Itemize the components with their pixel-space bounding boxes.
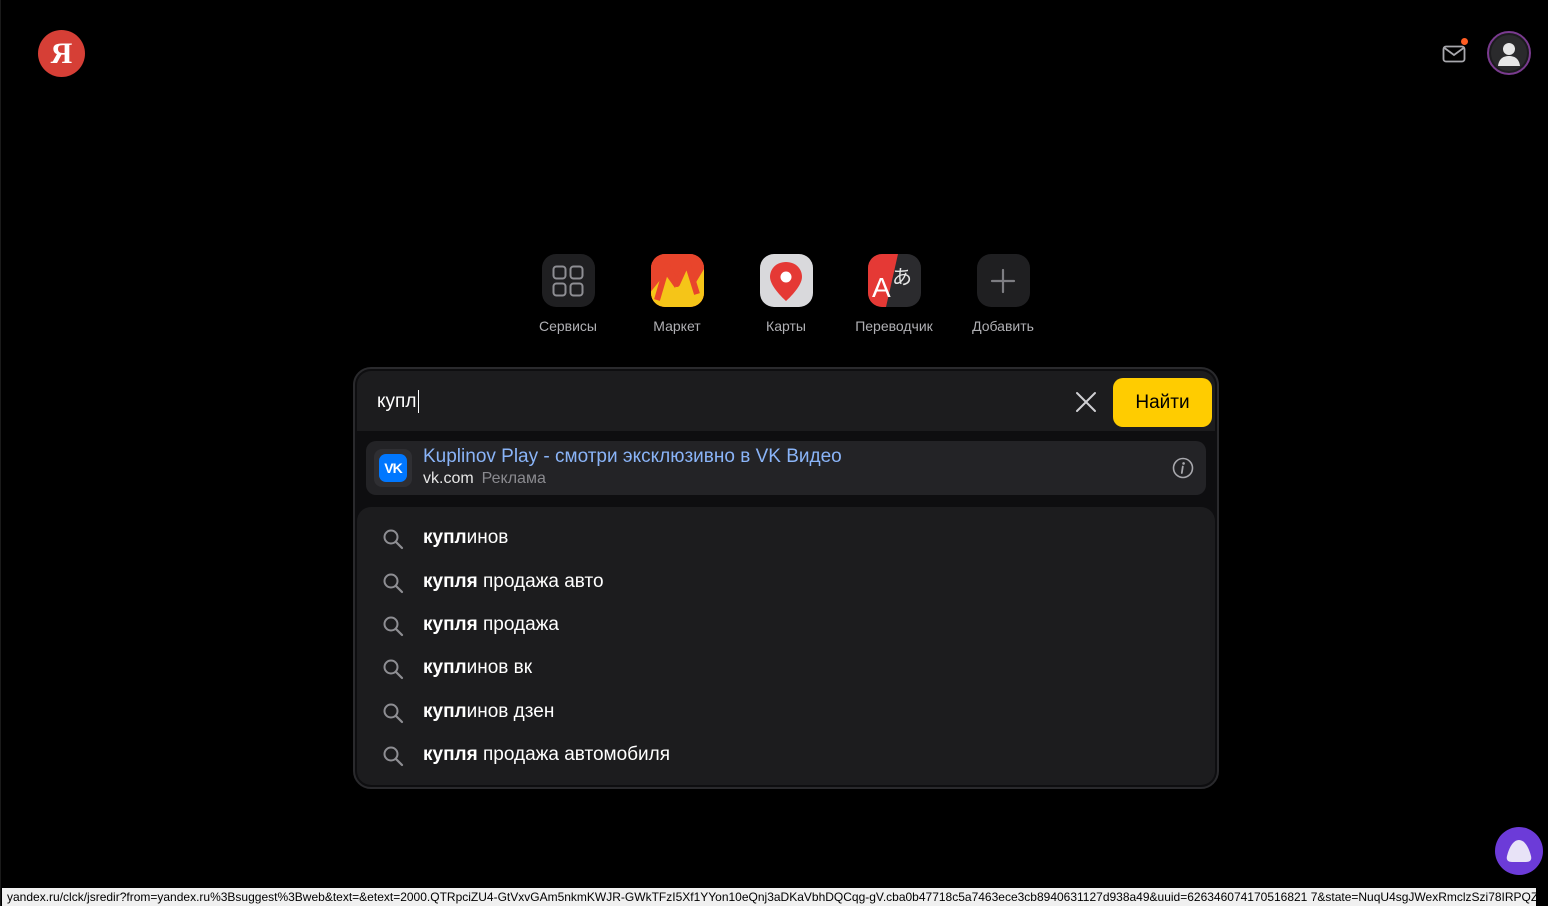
- market-icon: [650, 254, 704, 307]
- logo-letter: Я: [50, 36, 73, 70]
- search-icon: [383, 703, 404, 724]
- svg-text:A: A: [872, 272, 891, 303]
- info-icon: [1172, 457, 1194, 479]
- suggestion-text: купля продажа: [423, 614, 559, 636]
- info-button[interactable]: [1172, 457, 1194, 479]
- suggestion-item[interactable]: куплинов дзен: [357, 692, 1215, 732]
- suggestion-text: купля продажа автомобиля: [423, 744, 670, 766]
- suggestion-item[interactable]: куплинов вк: [357, 648, 1215, 688]
- suggestions-list: куплинов купля продажа авто купля продаж…: [357, 507, 1215, 785]
- service-label: Сервисы: [538, 318, 597, 334]
- translate-icon: A あ: [867, 254, 921, 307]
- service-label: Карты: [766, 318, 806, 334]
- close-icon: [1076, 392, 1096, 412]
- yandex-home-page: Я Сервисы Маркет Карты A あ Переводчик До…: [0, 0, 1548, 906]
- clear-button[interactable]: [1073, 389, 1099, 415]
- alice-assistant-button[interactable]: [1495, 827, 1543, 875]
- suggestion-text: куплинов вк: [423, 657, 532, 679]
- suggestion-match: купля: [423, 571, 478, 592]
- suggestion-rest: инов вк: [466, 657, 533, 678]
- find-button[interactable]: Найти: [1113, 378, 1212, 427]
- suggestion-match: купл: [423, 527, 467, 548]
- ad-domain-text: vk.com: [423, 470, 474, 487]
- ad-title[interactable]: Kuplinov Play - смотри эксклюзивно в VK …: [423, 446, 842, 468]
- suggestion-rest: инов: [466, 527, 509, 548]
- search-icon: [383, 529, 404, 550]
- vk-logo: VK: [379, 454, 407, 482]
- status-bar-url: yandex.ru/clck/jsredir?from=yandex.ru%3B…: [2, 888, 1536, 906]
- service-label: Переводчик: [855, 318, 933, 334]
- search-bar: Найти: [357, 371, 1215, 431]
- suggestion-match: купля: [423, 744, 478, 765]
- service-services[interactable]: Сервисы: [518, 254, 618, 334]
- yandex-logo[interactable]: Я: [38, 30, 85, 77]
- user-avatar-icon: [1491, 35, 1527, 71]
- suggestion-match: купл: [423, 701, 467, 722]
- suggestion-rest: продажа автомобиля: [477, 744, 671, 765]
- services-row: Сервисы Маркет Карты A あ Переводчик Доба…: [1, 254, 1548, 344]
- avatar[interactable]: [1487, 31, 1531, 75]
- suggestion-text: куплинов: [423, 527, 508, 549]
- service-add[interactable]: Добавить: [953, 254, 1053, 334]
- search-icon: [383, 573, 404, 594]
- suggestion-item[interactable]: куплинов: [357, 518, 1215, 558]
- vk-icon: VK: [374, 449, 412, 487]
- suggestion-rest: продажа: [477, 614, 559, 635]
- grid-icon: [541, 254, 595, 307]
- suggestion-rest: продажа авто: [477, 571, 604, 592]
- service-label: Маркет: [653, 318, 701, 334]
- service-label: Добавить: [972, 318, 1034, 334]
- ad-suggestion[interactable]: VK Kuplinov Play - смотри эксклюзивно в …: [366, 441, 1206, 495]
- suggestion-match: купля: [423, 614, 478, 635]
- mail-button[interactable]: [1439, 38, 1469, 68]
- suggestion-text: куплинов дзен: [423, 701, 554, 723]
- plus-icon: [976, 254, 1030, 307]
- notification-dot: [1461, 38, 1468, 45]
- service-translate[interactable]: A あ Переводчик: [844, 254, 944, 334]
- maps-pin-icon: [759, 254, 813, 307]
- search-icon: [383, 746, 404, 767]
- alice-icon: [1506, 840, 1532, 862]
- ad-domain: vk.com Реклама: [423, 470, 546, 488]
- svg-text:あ: あ: [892, 265, 912, 289]
- search-card: Найти VK Kuplinov Play - смотри эксклюзи…: [353, 367, 1219, 789]
- suggestion-rest: инов дзен: [466, 701, 555, 722]
- mail-icon: [1442, 45, 1466, 63]
- search-input[interactable]: [377, 389, 1057, 415]
- text-caret: [418, 390, 419, 413]
- suggestion-text: купля продажа авто: [423, 571, 604, 593]
- search-icon: [383, 616, 404, 637]
- ad-label: Реклама: [481, 470, 546, 487]
- suggestion-item[interactable]: купля продажа: [357, 605, 1215, 645]
- search-icon: [383, 659, 404, 680]
- service-market[interactable]: Маркет: [627, 254, 727, 334]
- service-maps[interactable]: Карты: [736, 254, 836, 334]
- suggestion-item[interactable]: купля продажа авто: [357, 562, 1215, 602]
- suggestion-match: купл: [423, 657, 467, 678]
- suggestion-item[interactable]: купля продажа автомобиля: [357, 735, 1215, 775]
